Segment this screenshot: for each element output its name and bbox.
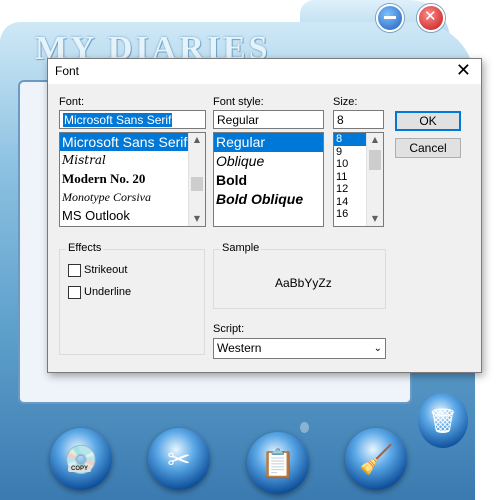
minimize-button[interactable] <box>376 4 404 32</box>
font-item-mistral[interactable]: Mistral <box>60 151 205 169</box>
close-app-button[interactable] <box>417 4 445 32</box>
scroll-up-icon[interactable]: ▲ <box>189 133 205 147</box>
font-style-input[interactable]: Regular <box>213 110 324 129</box>
dialog-titlebar: Font ✕ <box>48 59 481 84</box>
strikeout-checkbox[interactable] <box>68 264 81 277</box>
chevron-down-icon: ⌄ <box>373 343 382 354</box>
size-value: 8 <box>337 113 344 127</box>
dialog-close-icon[interactable]: ✕ <box>456 60 471 81</box>
strikeout-label[interactable]: Strikeout <box>84 264 127 276</box>
scroll-thumb[interactable] <box>369 150 381 170</box>
scroll-down-icon[interactable]: ▼ <box>189 212 205 226</box>
scissors-icon: ✂ <box>167 442 191 476</box>
ok-button[interactable]: OK <box>395 111 461 131</box>
font-name-input[interactable]: Microsoft Sans Serif <box>59 110 206 129</box>
recycle-bin-icon: 🗑 <box>427 406 459 435</box>
sample-text: AaBbYyZz <box>275 276 332 290</box>
size-label: Size: <box>333 96 358 108</box>
script-value: Western <box>217 341 262 355</box>
font-style-value: Regular <box>217 113 260 127</box>
effects-label: Effects <box>66 242 104 254</box>
copy-button[interactable]: 💿 COPY <box>50 428 112 490</box>
copy-label: COPY <box>68 466 92 472</box>
font-item-ms-outlook[interactable]: MS Outlook <box>60 206 205 225</box>
font-dialog: Font ✕ Font: Microsoft Sans Serif Micros… <box>47 58 482 373</box>
font-style-label: Font style: <box>213 96 264 108</box>
recycle-bin-button[interactable]: 🗑 <box>418 393 468 448</box>
disc-copy-icon: 💿 <box>63 442 99 476</box>
font-label: Font: <box>59 96 85 108</box>
scroll-down-icon[interactable]: ▼ <box>367 212 383 226</box>
script-select[interactable]: Western ⌄ <box>213 338 386 359</box>
clean-button[interactable]: 🧹 <box>345 428 407 490</box>
sample-label: Sample <box>220 242 262 254</box>
size-listbox[interactable]: 8 9 10 11 12 14 16 ▲ ▼ <box>333 132 384 227</box>
font-item-microsoft-sans-serif[interactable]: Microsoft Sans Serif <box>60 133 205 151</box>
underline-checkbox[interactable] <box>68 286 81 299</box>
size-input[interactable]: 8 <box>333 110 384 129</box>
font-style-listbox[interactable]: Regular Oblique Bold Bold Oblique <box>213 132 324 227</box>
style-item-bold-oblique[interactable]: Bold Oblique <box>214 190 323 209</box>
font-list-scrollbar[interactable]: ▲ ▼ <box>188 133 205 226</box>
clipboard-icon: 📋 <box>260 446 296 480</box>
style-item-regular[interactable]: Regular <box>214 133 323 152</box>
cancel-button[interactable]: Cancel <box>395 138 461 158</box>
dialog-title: Font <box>55 64 80 78</box>
style-item-bold[interactable]: Bold <box>214 171 323 190</box>
script-label: Script: <box>213 323 245 335</box>
font-name-value: Microsoft Sans Serif <box>63 113 173 127</box>
underline-label[interactable]: Underline <box>84 286 131 298</box>
font-listbox[interactable]: Microsoft Sans Serif Mistral Modern No. … <box>59 132 206 227</box>
broom-icon: 🧹 <box>358 442 394 476</box>
style-item-oblique[interactable]: Oblique <box>214 152 323 171</box>
size-list-scrollbar[interactable]: ▲ ▼ <box>366 133 383 226</box>
font-item-monotype-corsiva[interactable]: Monotype Corsiva <box>60 188 205 206</box>
font-item-modern-no-20[interactable]: Modern No. 20 <box>60 169 205 188</box>
scroll-thumb[interactable] <box>191 177 203 191</box>
scroll-up-icon[interactable]: ▲ <box>367 133 383 147</box>
paste-button[interactable]: 📋 <box>247 432 309 494</box>
size-item[interactable]: 8 <box>334 133 367 146</box>
cut-button[interactable]: ✂ <box>148 428 210 490</box>
